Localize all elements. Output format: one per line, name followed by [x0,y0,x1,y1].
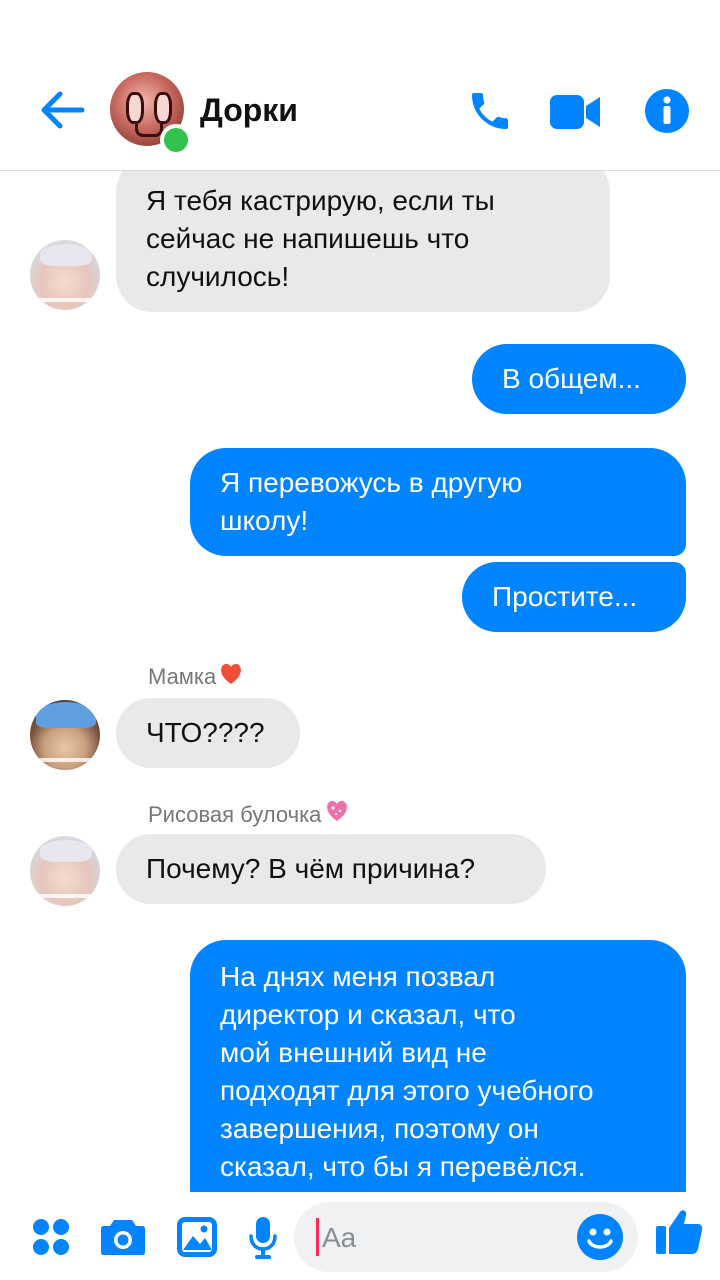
online-status-dot [160,124,192,156]
outgoing-message[interactable]: В общем... [472,344,686,414]
emoji-icon[interactable] [576,1213,624,1261]
back-arrow-icon[interactable] [38,88,86,132]
sender-avatar[interactable] [30,836,100,906]
sender-name: Рисовая булочка [148,798,351,828]
camera-icon[interactable] [100,1218,146,1256]
sparkling-heart-icon [327,800,348,821]
heart-icon [221,663,242,684]
chat-title[interactable]: Дорки [200,92,298,129]
video-camera-icon[interactable] [548,92,602,132]
sender-avatar[interactable] [30,700,100,770]
text-cursor [316,1218,319,1256]
incoming-message[interactable]: Почему? В чём причина? [116,834,546,904]
apps-icon[interactable] [32,1218,70,1256]
gallery-icon[interactable] [176,1216,218,1258]
chat-header: Дорки [0,0,720,171]
incoming-message[interactable]: ЧТО???? [116,698,300,768]
message-input[interactable] [320,1214,564,1262]
info-icon[interactable] [644,88,690,134]
outgoing-message[interactable]: Я перевожусь в другую школу! [190,448,686,556]
composer-bar [0,1192,720,1280]
incoming-message[interactable]: Я тебя кастрирую, если ты сейчас не напи… [116,170,610,312]
outgoing-message[interactable]: На днях меня позвал директор и сказал, ч… [190,940,686,1192]
message-composer[interactable] [294,1202,638,1272]
sender-avatar[interactable] [30,240,100,310]
sender-name: Мамка [148,662,244,690]
outgoing-message[interactable]: Простите... [462,562,686,632]
microphone-icon[interactable] [248,1216,278,1260]
thumbs-up-icon[interactable] [654,1206,704,1256]
message-list[interactable]: Я тебя кастрирую, если ты сейчас не напи… [0,170,720,1192]
phone-icon[interactable] [466,86,514,136]
